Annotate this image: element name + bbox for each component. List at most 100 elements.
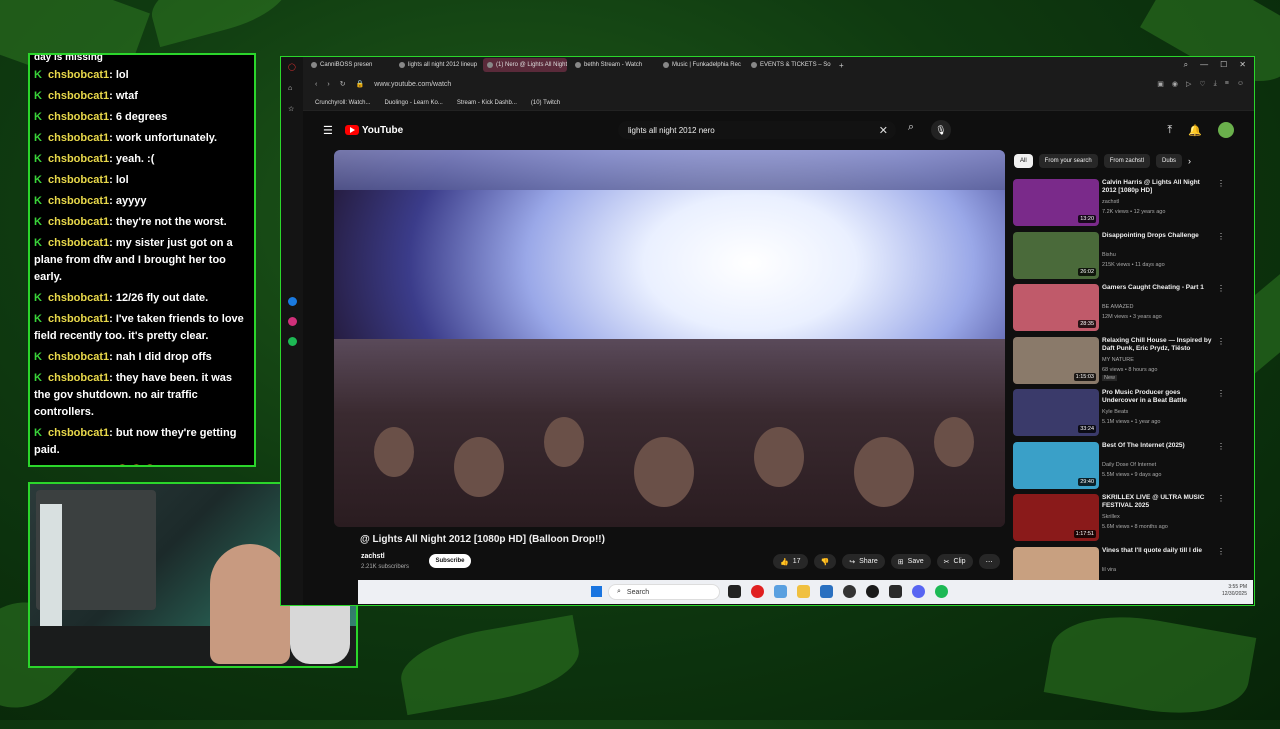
system-clock[interactable]: 3:55 PM 12/30/2025 bbox=[1222, 584, 1247, 598]
chat-username[interactable]: chsbobcat1 bbox=[48, 351, 109, 363]
subscribe-button[interactable]: Subscribe bbox=[429, 554, 471, 568]
chat-username[interactable]: chsbobcat1 bbox=[48, 292, 109, 304]
upload-icon[interactable]: ⤒ bbox=[1167, 124, 1172, 137]
search-icon[interactable]: ⌕ bbox=[901, 121, 921, 139]
recommended-video[interactable]: 28:35 Gamers Caught Cheating - Part 1 BE A… bbox=[1013, 284, 1225, 337]
browser-tab[interactable]: CanniBOSS presen bbox=[307, 58, 391, 72]
filter-chip[interactable]: From zachstl bbox=[1103, 154, 1151, 168]
search-tabs-icon[interactable]: ⌕ bbox=[1184, 60, 1188, 70]
chat-username[interactable]: chsbobcat1 bbox=[48, 69, 109, 81]
recommended-channel[interactable]: Bishu bbox=[1102, 252, 1116, 258]
bookmark-item[interactable]: Stream - Kick Dashb... bbox=[457, 100, 517, 106]
microphone-icon[interactable]: 🎙 bbox=[931, 120, 951, 140]
more-vert-icon[interactable]: ⋮ bbox=[1217, 547, 1225, 556]
video-thumbnail[interactable]: 28:35 bbox=[1013, 284, 1099, 331]
recommended-video-title[interactable]: Best Of The Internet (2025) bbox=[1102, 442, 1214, 450]
maximize-button[interactable]: ☐ bbox=[1220, 60, 1227, 70]
recommended-video[interactable]: 1:17:51 SKRILLEX LIVE @ ULTRA MUSIC FESTI… bbox=[1013, 494, 1225, 547]
chat-username[interactable]: chsbobcat1 bbox=[48, 313, 109, 325]
recommended-channel[interactable]: Daily Dose Of Internet bbox=[1102, 462, 1156, 468]
browser-tab[interactable]: (1) Nero @ Lights All Night bbox=[483, 58, 567, 72]
spotify-icon[interactable] bbox=[935, 585, 948, 598]
profile-icon[interactable]: ☺ bbox=[1237, 80, 1244, 88]
extension-icon[interactable]: ▣ bbox=[1157, 80, 1164, 88]
clip-button[interactable]: ✂ Clip bbox=[936, 554, 973, 569]
browser-tab[interactable]: lights all night 2012 lineup bbox=[395, 58, 479, 72]
recommended-video-title[interactable]: Relaxing Chill House — Inspired by Daft … bbox=[1102, 337, 1214, 353]
recommended-video-title[interactable]: Calvin Harris @ Lights All Night 2012 [1… bbox=[1102, 179, 1214, 195]
chat-username[interactable]: chsbobcat1 bbox=[48, 111, 109, 123]
video-thumbnail[interactable]: 1:15:03 bbox=[1013, 336, 1099, 384]
url-field[interactable]: www.youtube.com/watch bbox=[374, 81, 451, 88]
chat-username[interactable]: chsbobcat1 bbox=[48, 372, 109, 384]
recommended-video-title[interactable]: SKRILLEX LIVE @ ULTRA MUSIC FESTIVAL 202… bbox=[1102, 494, 1214, 510]
minimize-button[interactable]: — bbox=[1200, 60, 1208, 70]
browser-tab[interactable]: bethh Stream - Watch bbox=[571, 58, 655, 72]
recommended-video-title[interactable]: Pro Music Producer goes Undercover in a … bbox=[1102, 389, 1214, 405]
chat-username[interactable]: chsbobcat1 bbox=[48, 427, 109, 439]
browser-tab[interactable]: Music | Funkadelphia Rec bbox=[659, 58, 743, 72]
recommended-video-title[interactable]: Vines that I'll quote daily till I die bbox=[1102, 547, 1214, 555]
recommended-video-title[interactable]: Disappointing Drops Challenge bbox=[1102, 232, 1214, 240]
video-thumbnail[interactable]: 29:40 bbox=[1013, 441, 1099, 489]
heart-icon[interactable]: ♡ bbox=[1199, 80, 1205, 88]
chat-username[interactable]: chsbobcat1 bbox=[48, 174, 109, 186]
video-thumbnail[interactable]: 13:20 bbox=[1013, 179, 1099, 226]
recommended-channel[interactable]: Kyle Beats bbox=[1102, 409, 1128, 415]
video-thumbnail[interactable]: 33:24 bbox=[1013, 389, 1099, 436]
recommended-channel[interactable]: Skrillex bbox=[1102, 514, 1120, 520]
more-actions-button[interactable]: ⋯ bbox=[978, 554, 1000, 569]
recommended-channel[interactable]: BE AMAZED bbox=[1102, 304, 1133, 310]
clear-search-icon[interactable]: ✕ bbox=[879, 124, 888, 137]
bell-icon[interactable]: 🔔 bbox=[1188, 124, 1202, 137]
play-icon[interactable]: ▷ bbox=[1186, 80, 1191, 88]
chat-username[interactable]: chsbobcat1 bbox=[48, 90, 109, 102]
chat-username[interactable]: chsbobcat1 bbox=[48, 216, 109, 228]
more-vert-icon[interactable]: ⋮ bbox=[1217, 337, 1225, 346]
more-vert-icon[interactable]: ⋮ bbox=[1217, 179, 1225, 188]
hamburger-icon[interactable]: ☰ bbox=[323, 124, 333, 137]
filter-chip[interactable]: All bbox=[1014, 154, 1033, 168]
colorful-app-icon[interactable] bbox=[774, 585, 787, 598]
folder-icon[interactable] bbox=[797, 585, 810, 598]
recommended-channel[interactable]: zachstl bbox=[1102, 199, 1119, 205]
obs-icon[interactable] bbox=[843, 585, 856, 598]
video-player[interactable] bbox=[334, 150, 1005, 527]
recommended-video[interactable]: 33:24 Pro Music Producer goes Undercover … bbox=[1013, 389, 1225, 442]
task-view-icon[interactable] bbox=[728, 585, 741, 598]
chat-username[interactable]: chsbobcat1 bbox=[48, 195, 109, 207]
recommended-video[interactable]: 26:02 Disappointing Drops Challenge Bishu 2… bbox=[1013, 231, 1225, 285]
app-icon[interactable] bbox=[866, 585, 879, 598]
chat-username[interactable]: chsbobcat1 bbox=[48, 132, 109, 144]
bookmark-icon[interactable]: ☆ bbox=[288, 105, 297, 114]
recommended-video[interactable]: 29:40 Best Of The Internet (2025) Daily Do… bbox=[1013, 441, 1225, 495]
recommended-video[interactable]: 1:15:03 Relaxing Chill House — Inspired b… bbox=[1013, 336, 1225, 390]
messenger-icon[interactable] bbox=[288, 297, 297, 306]
bookmark-item[interactable]: Crunchyroll: Watch... bbox=[315, 100, 370, 106]
recommended-channel[interactable]: MY NATURE bbox=[1102, 357, 1134, 363]
home-icon[interactable]: ⌂ bbox=[288, 85, 297, 94]
download-icon[interactable]: ⤓ bbox=[1214, 80, 1217, 88]
reload-icon[interactable]: ↻ bbox=[340, 80, 346, 88]
more-vert-icon[interactable]: ⋮ bbox=[1217, 232, 1225, 241]
youtube-logo[interactable]: YouTube bbox=[344, 125, 403, 136]
discord-icon[interactable] bbox=[912, 585, 925, 598]
more-vert-icon[interactable]: ⋮ bbox=[1217, 494, 1225, 503]
app-icon-2[interactable] bbox=[889, 585, 902, 598]
chevron-right-icon[interactable]: › bbox=[1188, 156, 1191, 166]
chat-username[interactable]: chsbobcat1 bbox=[48, 237, 109, 249]
recommended-video-title[interactable]: Gamers Caught Cheating - Part 1 bbox=[1102, 284, 1214, 292]
menu-icon[interactable]: ≡ bbox=[1225, 80, 1229, 88]
avatar[interactable] bbox=[1218, 122, 1234, 138]
bookmark-item[interactable]: Duolingo - Learn Ko... bbox=[384, 100, 442, 106]
instagram-icon[interactable] bbox=[288, 317, 297, 326]
filter-chip[interactable]: Dubs bbox=[1156, 154, 1183, 168]
windows-start-icon[interactable] bbox=[591, 586, 602, 597]
filter-chip[interactable]: From your search bbox=[1038, 154, 1098, 168]
more-vert-icon[interactable]: ⋮ bbox=[1217, 389, 1225, 398]
video-thumbnail[interactable]: 1:17:51 bbox=[1013, 494, 1099, 541]
recommended-video[interactable]: 13:20 Calvin Harris @ Lights All Night 20… bbox=[1013, 179, 1225, 232]
opera-icon[interactable]: ◯ bbox=[288, 63, 297, 72]
camera-icon[interactable]: ◉ bbox=[1172, 80, 1178, 88]
spotify-icon[interactable] bbox=[288, 337, 297, 346]
